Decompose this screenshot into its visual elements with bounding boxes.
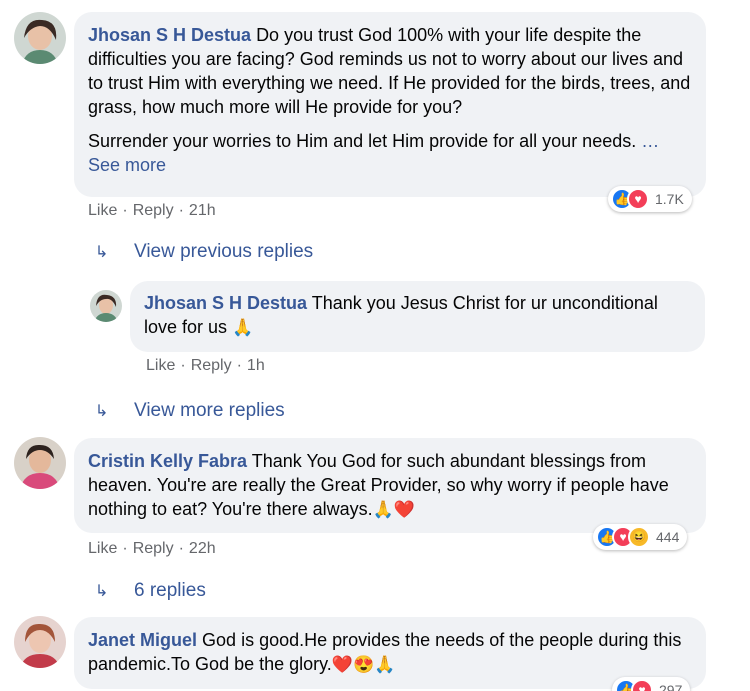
reply-arrow-icon: ↳ bbox=[95, 403, 109, 420]
reactions-summary[interactable]: 👍 ♥ 297 bbox=[612, 677, 691, 691]
separator: · bbox=[236, 357, 242, 374]
reply-button[interactable]: Reply bbox=[191, 357, 232, 374]
replies-count-label: 6 replies bbox=[134, 580, 206, 601]
comment-body: Janet Miguel God is good.He provides the… bbox=[88, 628, 692, 677]
reply-button[interactable]: Reply bbox=[133, 202, 174, 219]
comment-author[interactable]: Janet Miguel bbox=[88, 630, 197, 650]
reaction-count: 297 bbox=[659, 682, 683, 691]
replies-count-link[interactable]: ↳ 6 replies bbox=[95, 580, 206, 602]
reply-arrow-icon: ↳ bbox=[95, 244, 109, 261]
comment-emojis: ❤️😍🙏 bbox=[331, 655, 396, 674]
separator: · bbox=[178, 202, 184, 219]
timestamp[interactable]: 22h bbox=[189, 540, 216, 557]
like-button[interactable]: Like bbox=[88, 540, 117, 557]
comment-bubble: Cristin Kelly Fabra Thank You God for su… bbox=[74, 438, 706, 533]
view-previous-replies-label: View previous replies bbox=[134, 241, 314, 262]
separator: · bbox=[180, 357, 186, 374]
comment-body: Jhosan S H Destua Do you trust God 100% … bbox=[88, 23, 692, 119]
reply-author[interactable]: Jhosan S H Destua bbox=[144, 293, 307, 313]
comment-bubble: Janet Miguel God is good.He provides the… bbox=[74, 617, 706, 689]
comment-author[interactable]: Cristin Kelly Fabra bbox=[88, 451, 247, 471]
separator: · bbox=[122, 540, 128, 557]
comment-text-continued: Surrender your worries to Him and let Hi… bbox=[88, 131, 637, 151]
reply-actions: Like · Reply · 1h bbox=[146, 357, 265, 375]
avatar[interactable] bbox=[14, 12, 66, 64]
reply-body: Jhosan S H Destua Thank you Jesus Christ… bbox=[144, 291, 691, 340]
view-more-replies-label: View more replies bbox=[134, 400, 285, 421]
reaction-count: 444 bbox=[656, 529, 680, 545]
avatar-photo-icon bbox=[90, 290, 122, 322]
like-button[interactable]: Like bbox=[146, 357, 175, 374]
love-icon: ♥ bbox=[631, 679, 653, 691]
haha-icon: 😆 bbox=[628, 526, 650, 548]
comment-author[interactable]: Jhosan S H Destua bbox=[88, 25, 251, 45]
separator: · bbox=[122, 202, 128, 219]
timestamp[interactable]: 1h bbox=[247, 357, 265, 374]
avatar-photo-icon bbox=[14, 12, 66, 64]
reactions-summary[interactable]: 👍 ♥ 1.7K bbox=[608, 186, 692, 212]
timestamp[interactable]: 21h bbox=[189, 202, 216, 219]
comment-actions: Like · Reply · 22h bbox=[88, 540, 216, 558]
comment-actions: Like · Reply · 21h bbox=[88, 202, 216, 220]
reactions-summary[interactable]: 👍 ♥ 😆 444 bbox=[593, 524, 688, 550]
reply-arrow-icon: ↳ bbox=[95, 583, 109, 600]
like-button[interactable]: Like bbox=[88, 202, 117, 219]
comment-emojis: 🙏❤️ bbox=[372, 500, 415, 519]
view-more-replies-link[interactable]: ↳ View more replies bbox=[95, 400, 285, 422]
love-icon: ♥ bbox=[627, 188, 649, 210]
reply-bubble: Jhosan S H Destua Thank you Jesus Christ… bbox=[130, 281, 705, 352]
avatar[interactable] bbox=[14, 437, 66, 489]
reply-button[interactable]: Reply bbox=[133, 540, 174, 557]
separator: · bbox=[178, 540, 184, 557]
reaction-count: 1.7K bbox=[655, 191, 684, 207]
avatar-photo-icon bbox=[14, 616, 66, 668]
avatar[interactable] bbox=[14, 616, 66, 668]
comment-bubble: Jhosan S H Destua Do you trust God 100% … bbox=[74, 12, 706, 197]
view-previous-replies-link[interactable]: ↳ View previous replies bbox=[95, 241, 313, 263]
comment-text-2: Surrender your worries to Him and let Hi… bbox=[88, 129, 692, 177]
reply-avatar[interactable] bbox=[90, 290, 122, 322]
comment-body: Cristin Kelly Fabra Thank You God for su… bbox=[88, 449, 692, 522]
pray-emoji: 🙏 bbox=[232, 318, 254, 337]
avatar-photo-icon bbox=[14, 437, 66, 489]
